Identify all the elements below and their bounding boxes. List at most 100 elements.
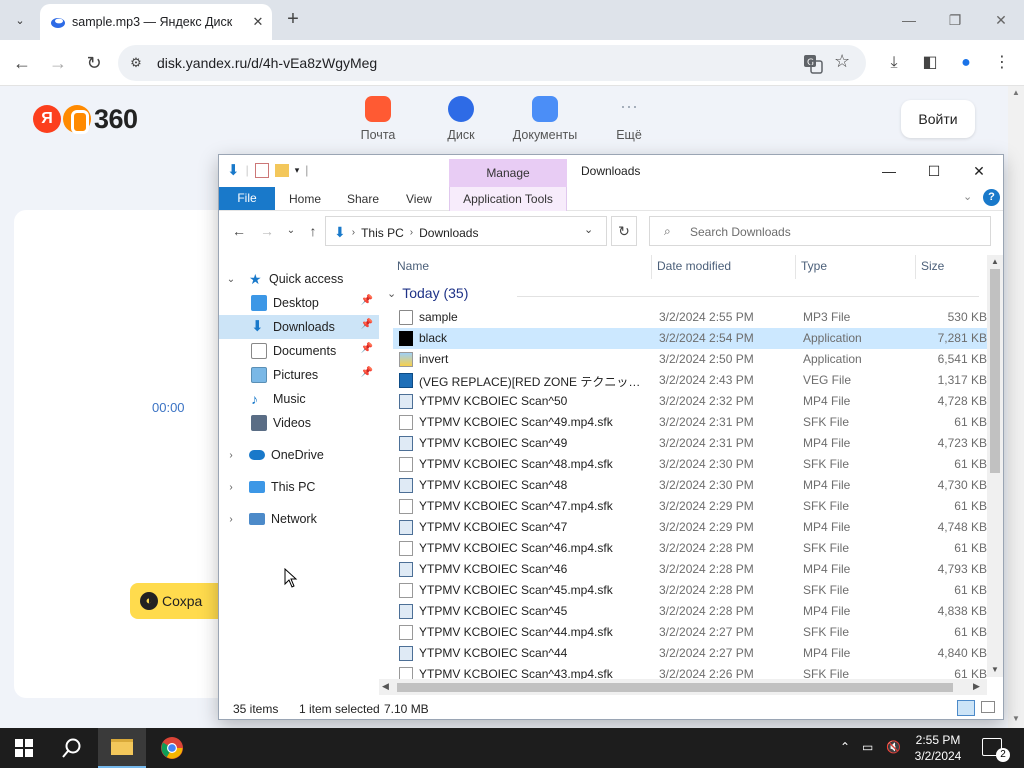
large-icons-view-icon[interactable]: [981, 701, 995, 713]
new-tab-button[interactable]: +: [282, 8, 304, 30]
tab-search-button[interactable]: ⌄: [7, 7, 33, 33]
help-icon[interactable]: ?: [983, 189, 1000, 206]
taskbar-file-explorer[interactable]: [98, 728, 146, 768]
service-documents[interactable]: Документы: [505, 96, 585, 142]
site-info-icon[interactable]: ⚙: [126, 53, 146, 73]
url-text[interactable]: disk.yandex.ru/d/4h-vEa8zWgyMeg: [157, 55, 377, 71]
start-button[interactable]: [0, 728, 48, 768]
download-icon[interactable]: ⤓: [881, 50, 907, 76]
file-row[interactable]: (VEG REPLACE)[RED ZONE テクニック][thek... 3/2…: [393, 370, 987, 391]
column-name[interactable]: Name: [397, 259, 429, 273]
up-icon[interactable]: ↑: [301, 221, 325, 241]
scroll-up-icon[interactable]: ▲: [1012, 88, 1020, 97]
service-mail[interactable]: Почта: [338, 96, 418, 142]
column-size[interactable]: Size: [921, 259, 944, 273]
column-type[interactable]: Type: [801, 259, 827, 273]
minimize-icon[interactable]: —: [867, 159, 911, 183]
file-row[interactable]: YTPMV KCBOIEC Scan^49 3/2/2024 2:31 PM MP4…: [393, 433, 987, 454]
active-tab[interactable]: sample.mp3 — Яндекс Диск ✕: [40, 4, 272, 40]
nav-documents[interactable]: Documents 📌: [219, 339, 379, 363]
volume-muted-icon[interactable]: 🔇: [886, 740, 901, 754]
minimize-icon[interactable]: —: [894, 8, 924, 32]
file-row[interactable]: YTPMV KCBOIEC Scan^50 3/2/2024 2:32 PM MP4…: [393, 391, 987, 412]
file-row[interactable]: YTPMV KCBOIEC Scan^46 3/2/2024 2:28 PM MP4…: [393, 559, 987, 580]
column-divider[interactable]: [651, 255, 652, 279]
group-collapse-icon[interactable]: ⌄: [387, 287, 396, 300]
close-window-icon[interactable]: ✕: [957, 159, 1001, 183]
search-button[interactable]: [48, 728, 96, 768]
file-row[interactable]: YTPMV KCBOIEC Scan^48.mp4.sfk 3/2/2024 2:…: [393, 454, 987, 475]
nav-pictures[interactable]: Pictures 📌: [219, 363, 379, 387]
side-panel-icon[interactable]: ◧: [917, 50, 943, 76]
file-row[interactable]: YTPMV KCBOIEC Scan^47 3/2/2024 2:29 PM MP4…: [393, 517, 987, 538]
file-row[interactable]: invert 3/2/2024 2:50 PM Application 6,541 K…: [393, 349, 987, 370]
scroll-left-icon[interactable]: ◀: [382, 681, 389, 692]
customize-qat-icon[interactable]: ▾: [295, 165, 300, 176]
breadcrumb-this-pc[interactable]: This PC: [361, 226, 404, 240]
scroll-up-icon[interactable]: ▲: [991, 257, 999, 266]
refresh-icon[interactable]: ↻: [611, 216, 637, 246]
taskbar-clock[interactable]: 2:55 PM 3/2/2024: [912, 732, 964, 764]
tab-share[interactable]: Share: [347, 192, 379, 206]
nav-network[interactable]: › Network: [219, 507, 379, 531]
column-divider[interactable]: [795, 255, 796, 279]
tab-home[interactable]: Home: [289, 192, 321, 206]
nav-onedrive[interactable]: › OneDrive: [219, 443, 379, 467]
file-row[interactable]: YTPMV KCBOIEC Scan^45 3/2/2024 2:28 PM MP4…: [393, 601, 987, 622]
back-icon[interactable]: ←: [227, 221, 251, 241]
file-row[interactable]: YTPMV KCBOIEC Scan^46.mp4.sfk 3/2/2024 2:…: [393, 538, 987, 559]
tab-application-tools[interactable]: Application Tools: [449, 187, 567, 211]
expand-chevron-icon[interactable]: ›: [225, 514, 237, 525]
properties-icon[interactable]: [254, 162, 269, 178]
service-disk[interactable]: Диск: [421, 96, 501, 142]
scroll-thumb[interactable]: [397, 683, 953, 692]
collapse-chevron-icon[interactable]: ⌄: [225, 274, 237, 285]
search-input[interactable]: ⌕ Search Downloads: [649, 216, 991, 246]
page-scrollbar[interactable]: ▲ ▼: [1008, 86, 1024, 728]
manage-contextual-tab[interactable]: Manage: [449, 159, 567, 187]
yandex-360-logo[interactable]: Я 360: [33, 104, 138, 134]
details-view-icon[interactable]: [957, 700, 975, 716]
nav-desktop[interactable]: Desktop 📌: [219, 291, 379, 315]
nav-music[interactable]: ♪ Music: [219, 387, 379, 411]
menu-kebab-icon[interactable]: ⋮: [989, 50, 1015, 76]
nav-quick-access[interactable]: ⌄ ★ Quick access: [219, 267, 379, 291]
column-divider[interactable]: [915, 255, 916, 279]
file-row[interactable]: YTPMV KCBOIEC Scan^48 3/2/2024 2:30 PM MP4…: [393, 475, 987, 496]
address-bar[interactable]: ⚙ disk.yandex.ru/d/4h-vEa8zWgyMeg G ☆: [118, 45, 866, 81]
service-more[interactable]: ··· Ещё: [589, 96, 669, 142]
breadcrumb-downloads[interactable]: Downloads: [419, 226, 478, 240]
address-dropdown-icon[interactable]: ⌄: [584, 223, 593, 236]
translate-icon[interactable]: G: [802, 53, 824, 75]
close-window-icon[interactable]: ✕: [986, 8, 1016, 32]
profile-icon[interactable]: ●: [953, 50, 979, 76]
file-row[interactable]: YTPMV KCBOIEC Scan^47.mp4.sfk 3/2/2024 2:…: [393, 496, 987, 517]
maximize-icon[interactable]: ☐: [912, 159, 956, 183]
group-header[interactable]: ⌄ Today (35): [387, 285, 468, 301]
file-row[interactable]: YTPMV KCBOIEC Scan^45.mp4.sfk 3/2/2024 2:…: [393, 580, 987, 601]
column-date[interactable]: Date modified: [657, 259, 731, 273]
scroll-down-icon[interactable]: ▼: [991, 665, 999, 674]
vertical-scrollbar[interactable]: ▲ ▼: [987, 255, 1003, 677]
file-row[interactable]: sample 3/2/2024 2:55 PM MP3 File 530 KB: [393, 307, 987, 328]
taskbar-chrome[interactable]: [148, 728, 196, 768]
forward-icon[interactable]: →: [44, 49, 72, 77]
scroll-thumb[interactable]: [990, 269, 1000, 473]
file-row[interactable]: black 3/2/2024 2:54 PM Application 7,281 KB: [393, 328, 987, 349]
tab-close-icon[interactable]: ✕: [248, 12, 268, 32]
network-status-icon[interactable]: ▭: [862, 740, 873, 754]
horizontal-scrollbar[interactable]: ◀ ▶: [379, 679, 987, 695]
file-row[interactable]: YTPMV KCBOIEC Scan^49.mp4.sfk 3/2/2024 2:…: [393, 412, 987, 433]
back-icon[interactable]: ←: [8, 49, 36, 77]
nav-videos[interactable]: Videos: [219, 411, 379, 435]
expand-ribbon-icon[interactable]: ⌄: [963, 190, 972, 203]
expand-chevron-icon[interactable]: ›: [225, 450, 237, 461]
expand-chevron-icon[interactable]: ›: [225, 482, 237, 493]
recent-locations-icon[interactable]: ⌄: [279, 221, 303, 241]
scroll-right-icon[interactable]: ▶: [973, 681, 980, 692]
restore-icon[interactable]: ❐: [940, 8, 970, 32]
reload-icon[interactable]: ↻: [80, 49, 108, 77]
file-row[interactable]: YTPMV KCBOIEC Scan^44.mp4.sfk 3/2/2024 2:…: [393, 622, 987, 643]
file-row[interactable]: YTPMV KCBOIEC Scan^44 3/2/2024 2:27 PM MP4…: [393, 643, 987, 664]
login-button[interactable]: Войти: [901, 100, 975, 138]
